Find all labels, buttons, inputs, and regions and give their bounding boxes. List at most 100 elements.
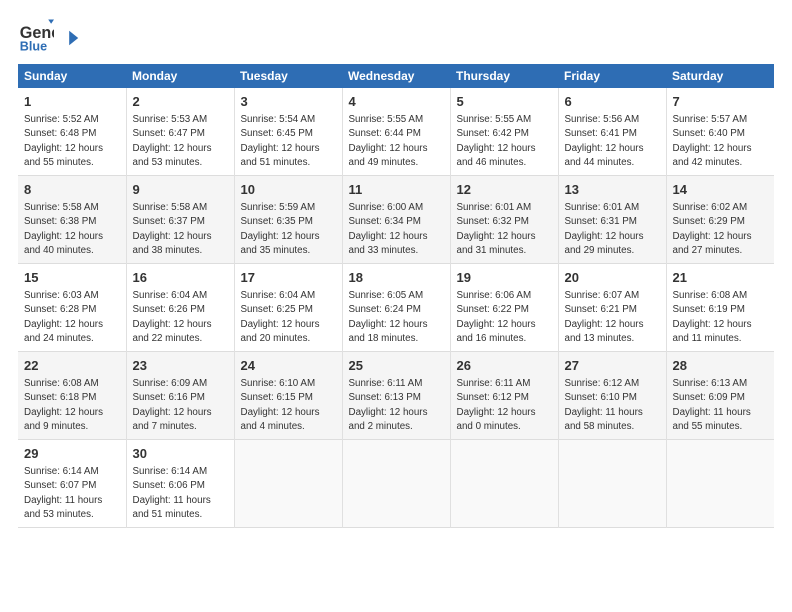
calendar-cell	[234, 440, 342, 528]
day-info: Sunrise: 5:54 AM Sunset: 6:45 PM Dayligh…	[241, 113, 336, 170]
page-header: General Blue	[18, 18, 774, 54]
day-info: Sunrise: 5:57 AM Sunset: 6:40 PM Dayligh…	[673, 113, 769, 170]
day-info: Sunrise: 6:04 AM Sunset: 6:26 PM Dayligh…	[133, 289, 228, 346]
day-info: Sunrise: 6:11 AM Sunset: 6:12 PM Dayligh…	[457, 377, 552, 434]
calendar-cell: 15 Sunrise: 6:03 AM Sunset: 6:28 PM Dayli…	[18, 264, 126, 352]
day-number: 12	[457, 181, 552, 199]
calendar-cell: 28 Sunrise: 6:13 AM Sunset: 6:09 PM Dayli…	[666, 352, 774, 440]
calendar-cell: 3 Sunrise: 5:54 AM Sunset: 6:45 PM Daylig…	[234, 88, 342, 176]
day-info: Sunrise: 6:13 AM Sunset: 6:09 PM Dayligh…	[673, 377, 769, 434]
day-info: Sunrise: 5:55 AM Sunset: 6:42 PM Dayligh…	[457, 113, 552, 170]
day-info: Sunrise: 6:00 AM Sunset: 6:34 PM Dayligh…	[349, 201, 444, 258]
day-info: Sunrise: 6:06 AM Sunset: 6:22 PM Dayligh…	[457, 289, 552, 346]
calendar-cell: 2 Sunrise: 5:53 AM Sunset: 6:47 PM Daylig…	[126, 88, 234, 176]
day-info: Sunrise: 6:07 AM Sunset: 6:21 PM Dayligh…	[565, 289, 660, 346]
calendar-cell: 14 Sunrise: 6:02 AM Sunset: 6:29 PM Dayli…	[666, 176, 774, 264]
day-info: Sunrise: 6:04 AM Sunset: 6:25 PM Dayligh…	[241, 289, 336, 346]
day-number: 14	[673, 181, 769, 199]
day-number: 22	[24, 357, 120, 375]
calendar-cell: 23 Sunrise: 6:09 AM Sunset: 6:16 PM Dayli…	[126, 352, 234, 440]
day-number: 6	[565, 93, 660, 111]
day-info: Sunrise: 5:58 AM Sunset: 6:37 PM Dayligh…	[133, 201, 228, 258]
day-info: Sunrise: 6:12 AM Sunset: 6:10 PM Dayligh…	[565, 377, 660, 434]
calendar-cell: 10 Sunrise: 5:59 AM Sunset: 6:35 PM Dayli…	[234, 176, 342, 264]
day-number: 10	[241, 181, 336, 199]
calendar-cell: 25Sunrise: 6:11 AM Sunset: 6:13 PM Dayli…	[342, 352, 450, 440]
col-header-wednesday: Wednesday	[342, 64, 450, 88]
day-number: 18	[349, 269, 444, 287]
calendar-cell: 13Sunrise: 6:01 AM Sunset: 6:31 PM Dayli…	[558, 176, 666, 264]
day-info: Sunrise: 6:08 AM Sunset: 6:19 PM Dayligh…	[673, 289, 769, 346]
calendar-cell: 9 Sunrise: 5:58 AM Sunset: 6:37 PM Daylig…	[126, 176, 234, 264]
day-number: 21	[673, 269, 769, 287]
day-number: 24	[241, 357, 336, 375]
calendar-cell: 4Sunrise: 5:55 AM Sunset: 6:44 PM Daylig…	[342, 88, 450, 176]
calendar-cell: 29Sunrise: 6:14 AM Sunset: 6:07 PM Dayli…	[18, 440, 126, 528]
calendar-cell	[342, 440, 450, 528]
day-info: Sunrise: 5:55 AM Sunset: 6:44 PM Dayligh…	[349, 113, 444, 170]
day-number: 3	[241, 93, 336, 111]
day-number: 17	[241, 269, 336, 287]
calendar-table: SundayMondayTuesdayWednesdayThursdayFrid…	[18, 64, 774, 528]
calendar-cell: 24 Sunrise: 6:10 AM Sunset: 6:15 PM Dayli…	[234, 352, 342, 440]
day-number: 20	[565, 269, 660, 287]
col-header-monday: Monday	[126, 64, 234, 88]
day-number: 27	[565, 357, 660, 375]
day-number: 9	[133, 181, 228, 199]
col-header-thursday: Thursday	[450, 64, 558, 88]
day-number: 29	[24, 445, 120, 463]
calendar-cell: 7 Sunrise: 5:57 AM Sunset: 6:40 PM Daylig…	[666, 88, 774, 176]
day-info: Sunrise: 5:52 AM Sunset: 6:48 PM Dayligh…	[24, 113, 120, 170]
day-number: 11	[349, 181, 444, 199]
calendar-cell: 11 Sunrise: 6:00 AM Sunset: 6:34 PM Dayli…	[342, 176, 450, 264]
day-number: 1	[24, 93, 120, 111]
svg-text:Blue: Blue	[20, 39, 47, 53]
day-info: Sunrise: 5:56 AM Sunset: 6:41 PM Dayligh…	[565, 113, 660, 170]
logo-icon: General Blue	[18, 18, 54, 54]
calendar-header: SundayMondayTuesdayWednesdayThursdayFrid…	[18, 64, 774, 88]
day-number: 2	[133, 93, 228, 111]
calendar-cell: 18 Sunrise: 6:05 AM Sunset: 6:24 PM Dayli…	[342, 264, 450, 352]
calendar-cell: 30Sunrise: 6:14 AM Sunset: 6:06 PM Dayli…	[126, 440, 234, 528]
day-number: 23	[133, 357, 228, 375]
day-info: Sunrise: 6:10 AM Sunset: 6:15 PM Dayligh…	[241, 377, 336, 434]
day-info: Sunrise: 6:05 AM Sunset: 6:24 PM Dayligh…	[349, 289, 444, 346]
calendar-cell: 20 Sunrise: 6:07 AM Sunset: 6:21 PM Dayli…	[558, 264, 666, 352]
day-info: Sunrise: 6:01 AM Sunset: 6:32 PM Dayligh…	[457, 201, 552, 258]
calendar-cell	[666, 440, 774, 528]
calendar-cell: 17 Sunrise: 6:04 AM Sunset: 6:25 PM Dayli…	[234, 264, 342, 352]
col-header-sunday: Sunday	[18, 64, 126, 88]
calendar-cell: 16 Sunrise: 6:04 AM Sunset: 6:26 PM Dayli…	[126, 264, 234, 352]
col-header-friday: Friday	[558, 64, 666, 88]
col-header-saturday: Saturday	[666, 64, 774, 88]
day-info: Sunrise: 6:03 AM Sunset: 6:28 PM Dayligh…	[24, 289, 120, 346]
day-number: 19	[457, 269, 552, 287]
calendar-cell: 26 Sunrise: 6:11 AM Sunset: 6:12 PM Dayli…	[450, 352, 558, 440]
day-number: 7	[673, 93, 769, 111]
day-info: Sunrise: 6:11 AM Sunset: 6:13 PM Dayligh…	[349, 377, 444, 434]
day-number: 26	[457, 357, 552, 375]
calendar-cell: 22 Sunrise: 6:08 AM Sunset: 6:18 PM Dayli…	[18, 352, 126, 440]
calendar-cell: 21 Sunrise: 6:08 AM Sunset: 6:19 PM Dayli…	[666, 264, 774, 352]
day-info: Sunrise: 6:02 AM Sunset: 6:29 PM Dayligh…	[673, 201, 769, 258]
day-info: Sunrise: 6:14 AM Sunset: 6:06 PM Dayligh…	[133, 465, 228, 522]
calendar-cell: 12 Sunrise: 6:01 AM Sunset: 6:32 PM Dayli…	[450, 176, 558, 264]
calendar-cell	[450, 440, 558, 528]
day-number: 28	[673, 357, 769, 375]
day-info: Sunrise: 6:08 AM Sunset: 6:18 PM Dayligh…	[24, 377, 120, 434]
col-header-tuesday: Tuesday	[234, 64, 342, 88]
logo-arrow-icon	[62, 29, 80, 47]
day-number: 16	[133, 269, 228, 287]
day-number: 13	[565, 181, 660, 199]
calendar-cell: 5 Sunrise: 5:55 AM Sunset: 6:42 PM Daylig…	[450, 88, 558, 176]
day-number: 15	[24, 269, 120, 287]
day-info: Sunrise: 5:53 AM Sunset: 6:47 PM Dayligh…	[133, 113, 228, 170]
day-number: 8	[24, 181, 120, 199]
calendar-cell: 6 Sunrise: 5:56 AM Sunset: 6:41 PM Daylig…	[558, 88, 666, 176]
day-number: 5	[457, 93, 552, 111]
calendar-container: General Blue SundayMondayTuesdayWednesda…	[0, 0, 792, 538]
calendar-cell	[558, 440, 666, 528]
calendar-cell: 27 Sunrise: 6:12 AM Sunset: 6:10 PM Dayli…	[558, 352, 666, 440]
day-info: Sunrise: 5:59 AM Sunset: 6:35 PM Dayligh…	[241, 201, 336, 258]
day-info: Sunrise: 6:09 AM Sunset: 6:16 PM Dayligh…	[133, 377, 228, 434]
